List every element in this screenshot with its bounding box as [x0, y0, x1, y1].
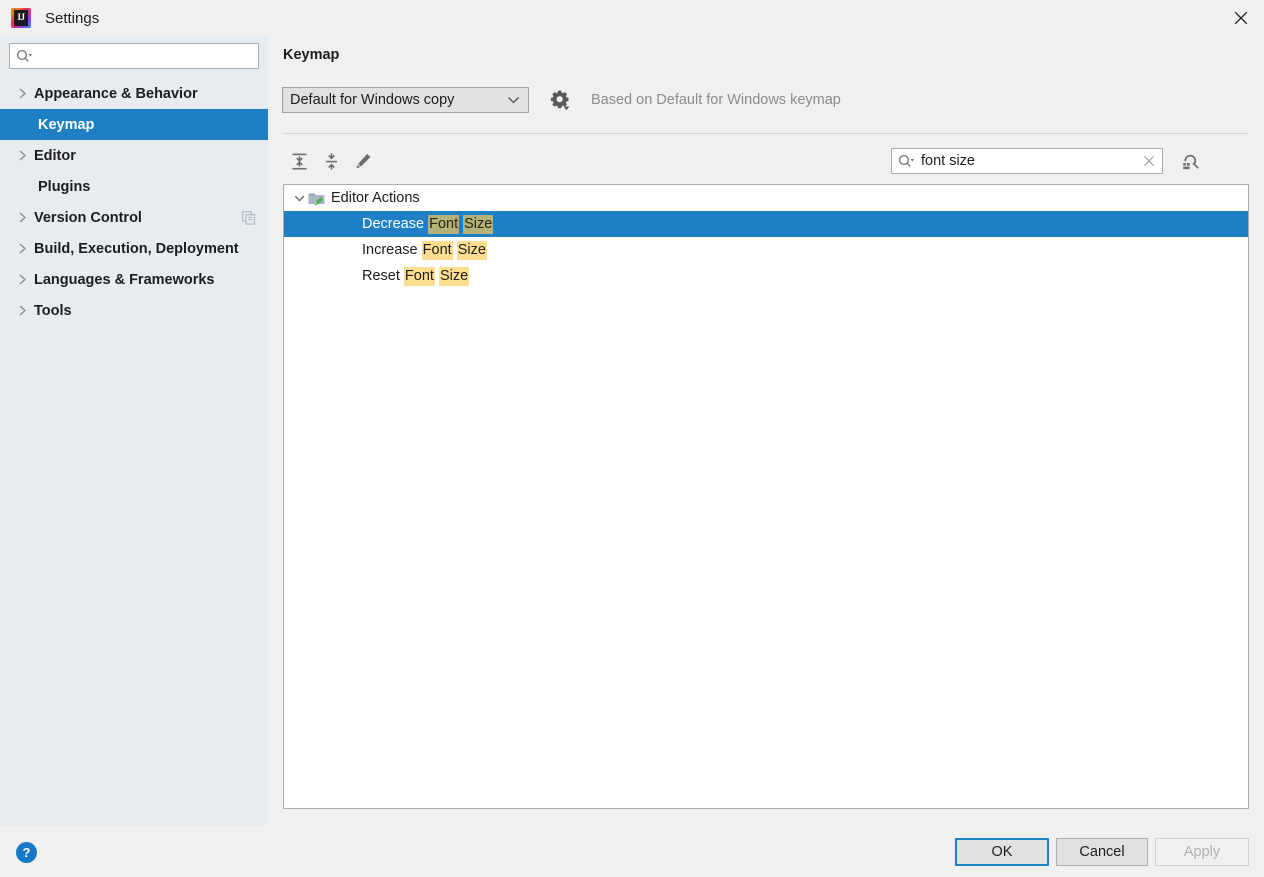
- sidebar-item-label: Plugins: [38, 178, 91, 195]
- dialog-footer: ? OK Cancel Apply: [0, 826, 1264, 877]
- chevron-right-icon: [14, 212, 30, 223]
- sidebar-item-label: Languages & Frameworks: [34, 271, 215, 288]
- sidebar-item-label: Appearance & Behavior: [34, 85, 198, 102]
- search-match-highlight: Font: [421, 241, 453, 260]
- close-icon[interactable]: [1218, 0, 1264, 36]
- chevron-right-icon: [14, 274, 30, 285]
- keymap-toolbar: [282, 143, 1249, 179]
- action-search-input[interactable]: [921, 153, 1121, 169]
- apply-button: Apply: [1155, 838, 1249, 866]
- sidebar-item-label: Version Control: [34, 209, 142, 226]
- action-group-label: Editor Actions: [331, 190, 420, 206]
- intellij-idea-logo: IJ: [11, 8, 31, 28]
- keymap-select-value: Default for Windows copy: [290, 92, 455, 108]
- search-dropdown-icon: [16, 49, 33, 63]
- sidebar-item-label: Editor: [34, 147, 76, 164]
- edit-folder-icon: [308, 191, 325, 206]
- chevron-down-icon: [507, 96, 520, 105]
- clear-x-icon[interactable]: [1143, 155, 1155, 167]
- sidebar-item-languages-frameworks[interactable]: Languages & Frameworks: [0, 264, 268, 295]
- window-title: Settings: [45, 9, 100, 27]
- keymap-based-on-text: Based on Default for Windows keymap: [591, 92, 841, 108]
- chevron-right-icon: [14, 150, 30, 161]
- pencil-icon[interactable]: [349, 147, 377, 175]
- sidebar-item-version-control[interactable]: Version Control: [0, 202, 268, 233]
- chevron-right-icon: [14, 243, 30, 254]
- section-divider: [283, 133, 1249, 134]
- action-label: Increase Font Size: [362, 241, 487, 260]
- action-label: Decrease Font Size: [362, 215, 494, 234]
- keymap-settings-gear-button[interactable]: [548, 88, 572, 112]
- action-row-reset-font-size[interactable]: Reset Font Size: [284, 263, 1248, 289]
- collapse-all-icon[interactable]: [317, 147, 345, 175]
- search-match-highlight: Size: [438, 267, 470, 286]
- sidebar-item-label: Build, Execution, Deployment: [34, 240, 239, 257]
- sidebar-item-editor[interactable]: Editor: [0, 140, 268, 171]
- sidebar-item-appearance-behavior[interactable]: Appearance & Behavior: [0, 78, 268, 109]
- action-label: Reset Font Size: [362, 267, 470, 286]
- title-bar: IJ Settings: [0, 0, 1264, 36]
- action-search-box[interactable]: [891, 148, 1163, 174]
- action-row-decrease-font-size[interactable]: Decrease Font Size: [284, 211, 1248, 237]
- search-match-highlight: Font: [403, 267, 435, 286]
- chevron-right-icon: [14, 88, 30, 99]
- sidebar-item-label: Keymap: [38, 116, 95, 133]
- sidebar-search-box[interactable]: [9, 43, 259, 69]
- sidebar-item-tools[interactable]: Tools: [0, 295, 268, 326]
- settings-sidebar: Appearance & Behavior Keymap Editor Plug…: [0, 36, 268, 826]
- cancel-button[interactable]: Cancel: [1056, 838, 1148, 866]
- search-dropdown-icon: [898, 154, 915, 168]
- keymap-selector-row: Default for Windows copy Based on Defaul…: [282, 87, 841, 113]
- chevron-down-icon[interactable]: [290, 194, 308, 203]
- action-group-editor-actions[interactable]: Editor Actions: [284, 185, 1248, 211]
- keymap-actions-tree: Editor Actions Decrease Font Size Increa…: [283, 184, 1249, 809]
- settings-category-tree: Appearance & Behavior Keymap Editor Plug…: [0, 78, 268, 326]
- keymap-settings-panel: Keymap Default for Windows copy Based on…: [268, 36, 1264, 826]
- page-title: Keymap: [283, 47, 340, 63]
- expand-all-icon[interactable]: [285, 147, 313, 175]
- sidebar-item-plugins[interactable]: Plugins: [0, 171, 268, 202]
- find-by-shortcut-icon[interactable]: [1178, 148, 1204, 174]
- sidebar-item-label: Tools: [34, 302, 72, 319]
- chevron-right-icon: [14, 305, 30, 316]
- help-button[interactable]: ?: [16, 842, 37, 863]
- search-match-highlight: Size: [463, 215, 494, 234]
- sidebar-search-input[interactable]: [38, 48, 234, 64]
- keymap-select[interactable]: Default for Windows copy: [282, 87, 529, 113]
- sidebar-item-build-execution-deployment[interactable]: Build, Execution, Deployment: [0, 233, 268, 264]
- search-match-highlight: Size: [456, 241, 487, 260]
- search-match-highlight: Font: [428, 215, 460, 234]
- copy-icon: [242, 210, 256, 225]
- action-row-increase-font-size[interactable]: Increase Font Size: [284, 237, 1248, 263]
- ok-button[interactable]: OK: [955, 838, 1049, 866]
- sidebar-item-keymap[interactable]: Keymap: [0, 109, 268, 140]
